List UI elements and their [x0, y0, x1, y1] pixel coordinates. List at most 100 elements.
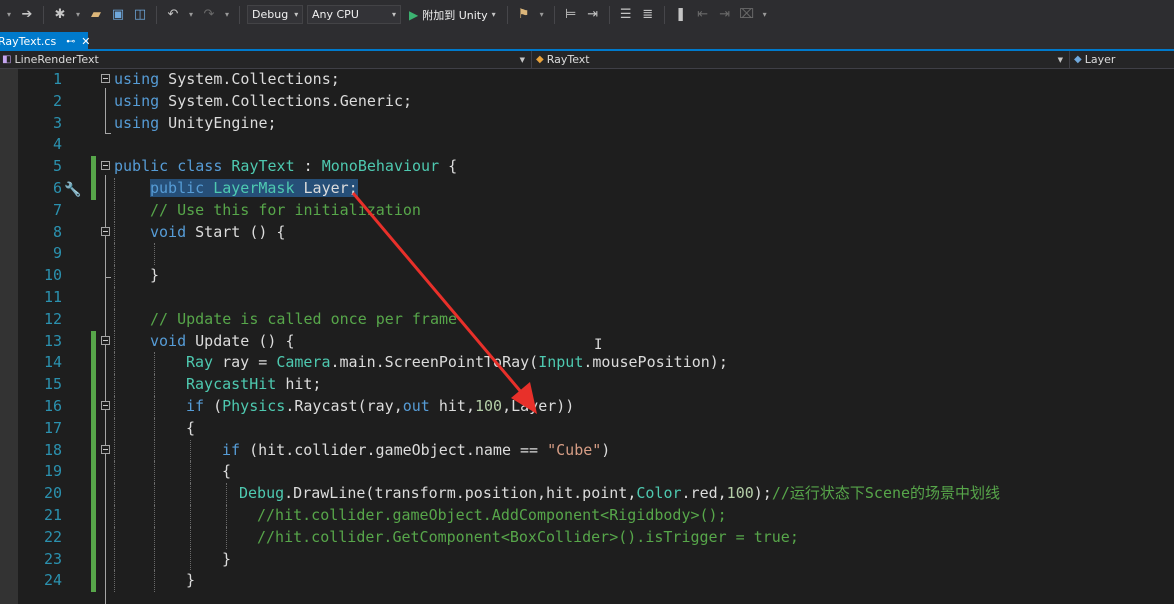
code-line[interactable]: 9 [0, 243, 1174, 266]
code-line[interactable]: 17 { [0, 417, 1174, 440]
indent-icon[interactable]: ⇥ [584, 5, 602, 25]
uncomment-icon[interactable]: ≣ [639, 5, 657, 25]
type-token: Debug [239, 484, 285, 503]
find-in-files-icon[interactable]: ⚑ [515, 5, 533, 25]
code-line[interactable]: 12 // Update is called once per frame [0, 308, 1174, 331]
toolbar-separator [663, 5, 665, 24]
code-line[interactable]: 20 Debug.DrawLine(transform.position,hit… [0, 483, 1174, 505]
next-bookmark-icon[interactable]: ⇥ [716, 5, 734, 25]
code-line[interactable]: 15 RaycastHit hit; [0, 374, 1174, 396]
code-text: } [150, 266, 160, 285]
change-indicator [91, 526, 96, 549]
code-line[interactable]: 19 { [0, 461, 1174, 484]
code-line[interactable]: 5 public class RayText : MonoBehaviour { [0, 156, 1174, 178]
indent-guide [114, 505, 115, 527]
code-line[interactable]: 23 } [0, 548, 1174, 571]
code-line[interactable]: 11 [0, 287, 1174, 309]
tab-raytext-cs[interactable]: RayText.cs ⊷ ✕ [0, 32, 90, 51]
project-dropdown[interactable]: ◧ LineRenderText ▼ [0, 51, 532, 68]
member-dropdown[interactable]: ◆ Layer [1072, 51, 1174, 68]
code-line[interactable]: 3 using UnityEngine; [0, 113, 1174, 135]
clear-bookmarks-icon[interactable]: ⌧ [738, 5, 756, 25]
back-arrow-icon[interactable]: ▾ [4, 5, 14, 25]
indent-guide [190, 526, 191, 549]
pin-icon[interactable]: ⊷ [66, 37, 75, 47]
change-indicator [91, 570, 96, 593]
chevron-down-icon[interactable]: ▾ [222, 5, 232, 25]
code-line[interactable]: 7 // Use this for initialization [0, 199, 1174, 222]
code-text: Update () { [186, 331, 295, 350]
code-line[interactable]: 16 if (Physics.Raycast(ray,out hit,100,L… [0, 396, 1174, 418]
comment-out-icon[interactable]: ☰ [617, 5, 635, 25]
indent-guide [114, 570, 115, 593]
toolbar-separator [43, 5, 44, 24]
screwdriver-icon[interactable]: 🔧 [64, 180, 84, 198]
chevron-down-icon: ▼ [1057, 55, 1063, 64]
collapse-icon[interactable] [101, 444, 110, 454]
undo-icon[interactable]: ↶ [164, 5, 182, 25]
code-line[interactable]: 14 Ray ray = Camera.main.ScreenPointToRa… [0, 352, 1174, 375]
line-number: 8 [52, 222, 62, 241]
member-label: Layer [1084, 53, 1116, 66]
forward-arrow-icon[interactable]: ➔ [18, 5, 36, 25]
code-line[interactable]: 21 //hit.collider.gameObject.AddComponen… [0, 505, 1174, 527]
indent-guide [114, 417, 115, 440]
code-line[interactable]: 18 if (hit.collider.gameObject.name == "… [0, 439, 1174, 462]
indent-guide [190, 461, 191, 484]
chevron-down-icon[interactable]: ▾ [760, 5, 770, 25]
close-icon[interactable]: ✕ [81, 35, 90, 48]
code-line[interactable]: 2 using System.Collections.Generic; [0, 91, 1174, 113]
attach-to-unity-button[interactable]: ▶ 附加到 Unity ▾ [405, 7, 500, 23]
change-indicator [91, 483, 96, 505]
code-line[interactable]: 6 🔧 public LayerMask Layer; [0, 178, 1174, 200]
code-line[interactable]: 4 [0, 134, 1174, 156]
collapse-icon[interactable] [101, 161, 110, 171]
previous-bookmark-icon[interactable]: ⇤ [694, 5, 712, 25]
new-project-icon[interactable]: ✱ [51, 5, 69, 25]
code-line[interactable]: 10 } [0, 265, 1174, 287]
open-folder-icon[interactable]: ▰ [87, 5, 105, 25]
code-editor[interactable]: 1 using System.Collections; 2 using Syst… [0, 69, 1174, 604]
chevron-down-icon[interactable]: ▾ [537, 5, 547, 25]
code-line[interactable]: 22 //hit.collider.GetComponent<BoxCollid… [0, 526, 1174, 549]
keyword-token: using [114, 91, 160, 110]
collapse-icon[interactable] [101, 401, 110, 410]
indent-guide [114, 374, 115, 396]
line-number: 14 [43, 353, 62, 372]
redo-icon[interactable]: ↷ [200, 5, 218, 25]
code-line[interactable]: 24 } [0, 570, 1174, 593]
line-number: 17 [43, 418, 62, 437]
collapse-icon[interactable] [101, 335, 110, 345]
comment-token: // Use this for initialization [150, 200, 421, 219]
line-number: 1 [52, 70, 62, 88]
code-text: UnityEngine; [159, 113, 277, 132]
format-icon[interactable]: ⊨ [562, 5, 580, 25]
code-text: System.Collections.Generic; [159, 91, 413, 110]
indent-guide [154, 526, 155, 549]
chevron-down-icon[interactable]: ▾ [73, 5, 83, 25]
indent-guide [114, 396, 115, 418]
line-number: 13 [43, 331, 62, 350]
code-line[interactable]: 8 void Start () { [0, 221, 1174, 244]
chevron-down-icon: ▾ [294, 10, 299, 19]
solution-platform-select[interactable]: Any CPU ▾ [307, 5, 401, 24]
collapse-icon[interactable] [101, 74, 110, 83]
solution-configuration-select[interactable]: Debug ▾ [247, 5, 303, 24]
save-icon[interactable]: ▣ [109, 5, 127, 25]
code-text: (hit.collider.gameObject.name == [240, 440, 548, 459]
save-all-icon[interactable]: ◫ [131, 5, 149, 25]
comment-token: //hit.collider.gameObject.AddComponent<R… [257, 506, 727, 524]
keyword-token: if [186, 397, 205, 415]
collapse-icon[interactable] [101, 226, 110, 236]
indent-guide [114, 221, 115, 244]
code-line[interactable]: 13 void Update () { [0, 330, 1174, 353]
class-dropdown[interactable]: ◆ RayText ▼ [534, 51, 1070, 68]
code-line[interactable]: 1 using System.Collections; [0, 69, 1174, 91]
bookmark-icon[interactable]: ❚ [672, 5, 690, 25]
chevron-down-icon[interactable]: ▾ [186, 5, 196, 25]
change-indicator [91, 178, 96, 200]
code-text: .main.ScreenPointToRay( [330, 353, 539, 372]
attach-label: 附加到 Unity [422, 8, 488, 22]
chevron-down-icon: ▾ [491, 10, 496, 19]
toolbar-separator [506, 5, 508, 24]
